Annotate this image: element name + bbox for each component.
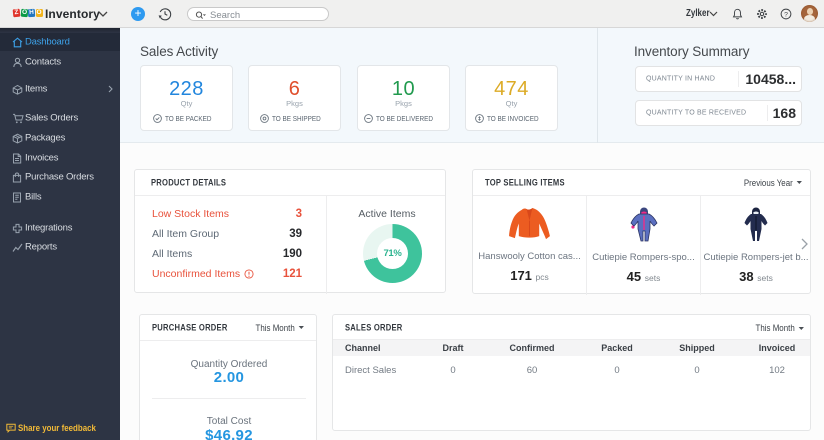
svg-text:?: ? bbox=[784, 11, 788, 18]
